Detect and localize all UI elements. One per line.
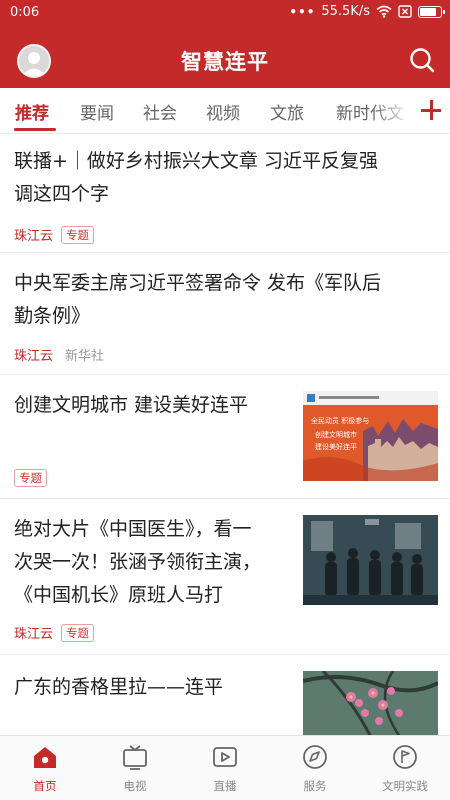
- article-meta: 专题: [14, 469, 47, 487]
- app-title: 智慧连平: [181, 50, 269, 74]
- category-tabs: 推荐 要闻 社会 视频 文旅 新时代文: [0, 88, 450, 134]
- tabbar-live[interactable]: 直播: [180, 736, 270, 800]
- article-title-line: 广东的香格里拉——连平: [14, 676, 224, 698]
- network-speed: 55.5K/s: [321, 4, 370, 19]
- movie-poster-image: [303, 515, 438, 605]
- status-indicators: ••• 55.5K/s: [289, 4, 445, 19]
- article-title: 联播+｜做好乡村振兴大文章 习近平反复强 调这四个字: [14, 145, 444, 211]
- compass-icon: [303, 745, 327, 769]
- article-publisher: 新华社: [65, 349, 105, 364]
- wifi-icon: [376, 5, 392, 18]
- news-feed: 联播+｜做好乡村振兴大文章 习近平反复强 调这四个字 珠江云 专题 中央军委主席…: [0, 135, 450, 735]
- article-item[interactable]: 绝对大片《中国医生》，看一 次哭一次！张涵予领衔主演， 《中国机长》原班人马打 …: [0, 499, 450, 655]
- tabbar-label: 首页: [33, 779, 57, 793]
- article-title-line: 调这四个字: [14, 183, 110, 205]
- tabbar-label: 直播: [213, 779, 237, 793]
- article-source: 珠江云: [14, 627, 54, 642]
- tabs-fade: [372, 88, 422, 133]
- article-thumbnail-movie: [303, 515, 438, 605]
- tabbar-tv[interactable]: 电视: [90, 736, 180, 800]
- search-icon: [410, 48, 435, 73]
- article-title: 中央军委主席习近平签署命令 发布《军队后 勤条例》: [14, 267, 444, 333]
- article-meta: 珠江云 专题: [14, 623, 95, 642]
- tab-video[interactable]: 视频: [206, 99, 240, 124]
- tabbar-label: 电视: [123, 779, 147, 793]
- article-title-line: 勤条例》: [14, 305, 91, 327]
- topic-badge: 专题: [14, 469, 47, 487]
- article-meta: 珠江云 新华社: [14, 345, 104, 364]
- article-title-line: 联播+｜做好乡村振兴大文章 习近平反复强: [14, 150, 378, 172]
- article-title: 广东的香格里拉——连平: [14, 671, 294, 704]
- tab-society[interactable]: 社会: [143, 99, 177, 124]
- tab-culture-travel[interactable]: 文旅: [270, 99, 304, 124]
- app-header: 0:06 ••• 55.5K/s 智慧连平: [0, 0, 450, 88]
- battery-icon: [418, 5, 445, 18]
- live-icon: [213, 747, 237, 767]
- article-thumbnail-flowers: [303, 671, 438, 735]
- poster-line-2: 创建文明城市: [315, 430, 357, 439]
- article-title-line: 中央军委主席习近平签署命令 发布《军队后: [14, 272, 382, 294]
- notification-dots: •••: [289, 4, 316, 19]
- tabbar-label: 文明实践: [382, 779, 428, 793]
- tab-recommend[interactable]: 推荐: [15, 99, 49, 124]
- article-title-line: 绝对大片《中国医生》，看一: [14, 518, 252, 540]
- poster-line-1: 全民动员 积极参与: [311, 416, 369, 425]
- search-button[interactable]: [408, 46, 436, 74]
- article-title: 绝对大片《中国医生》，看一 次哭一次！张涵予领衔主演， 《中国机长》原班人马打: [14, 513, 299, 612]
- article-title: 创建文明城市 建设美好连平: [14, 389, 294, 422]
- article-title-line: 创建文明城市 建设美好连平: [14, 394, 249, 416]
- article-item[interactable]: 创建文明城市 建设美好连平 专题 全民动员 积极参与 创建文明城市 建设美好连平: [0, 375, 450, 499]
- article-item[interactable]: 联播+｜做好乡村振兴大文章 习近平反复强 调这四个字 珠江云 专题: [0, 135, 450, 253]
- tab-headlines[interactable]: 要闻: [80, 99, 114, 124]
- article-meta: 珠江云 专题: [14, 225, 95, 244]
- tabbar-civilization-practice[interactable]: 文明实践: [360, 736, 450, 800]
- tabbar-label: 服务: [303, 779, 327, 793]
- article-item[interactable]: 中央军委主席习近平签署命令 发布《军队后 勤条例》 珠江云 新华社: [0, 253, 450, 375]
- article-item[interactable]: 广东的香格里拉——连平: [0, 655, 450, 735]
- civilization-poster-image: 全民动员 积极参与 创建文明城市 建设美好连平: [303, 391, 438, 481]
- bottom-tab-bar: 首页 电视 直播 服务 文明实践: [0, 735, 450, 800]
- active-tab-indicator: [14, 128, 56, 131]
- poster-line-3: 建设美好连平: [315, 442, 357, 451]
- status-time: 0:06: [10, 5, 40, 20]
- article-source: 珠江云: [14, 229, 54, 244]
- no-sim-icon: [398, 5, 412, 18]
- flag-icon: [393, 745, 417, 769]
- topic-badge: 专题: [61, 623, 95, 642]
- add-channel-button[interactable]: [418, 96, 444, 124]
- article-thumbnail-civilization: 全民动员 积极参与 创建文明城市 建设美好连平: [303, 391, 438, 481]
- tabbar-home[interactable]: 首页: [0, 736, 90, 800]
- tv-icon: [123, 745, 147, 770]
- article-source: 珠江云: [14, 349, 54, 364]
- tabbar-services[interactable]: 服务: [270, 736, 360, 800]
- app-root: 0:06 ••• 55.5K/s 智慧连平 推荐 要闻 社会 视频 文旅 新时代…: [0, 0, 450, 800]
- home-icon: [34, 747, 56, 768]
- article-title-line: 次哭一次！张涵予领衔主演，: [14, 551, 262, 573]
- status-bar: 0:06 ••• 55.5K/s: [0, 0, 450, 26]
- flowers-image: [303, 671, 438, 735]
- battery-level: [420, 7, 436, 16]
- article-title-line: 《中国机长》原班人马打: [14, 584, 224, 606]
- topic-badge: 专题: [61, 225, 95, 244]
